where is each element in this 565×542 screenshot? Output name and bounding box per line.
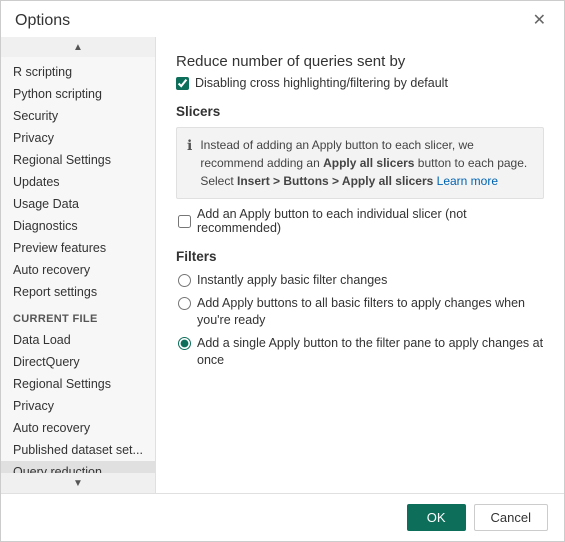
sidebar-item-python-scripting[interactable]: Python scripting (1, 83, 155, 105)
filter-radio-label-add-apply: Add Apply buttons to all basic filters t… (197, 295, 544, 330)
individual-slicer-checkbox-row: Add an Apply button to each individual s… (176, 207, 544, 235)
current-file-label: CURRENT FILE (1, 303, 155, 329)
sidebar-item-query-reduction[interactable]: Query reduction (1, 461, 155, 473)
info-icon: ℹ (187, 137, 192, 190)
learn-more-link[interactable]: Learn more (437, 174, 498, 188)
filters-title: Filters (176, 249, 544, 264)
filter-radio-row-add-apply: Add Apply buttons to all basic filters t… (178, 295, 544, 330)
individual-slicer-label: Add an Apply button to each individual s… (197, 207, 544, 235)
sidebar-scroll: R scriptingPython scriptingSecurityPriva… (1, 57, 155, 473)
filter-radio-label-instantly: Instantly apply basic filter changes (197, 272, 387, 290)
sidebar-item-regional-settings-cf[interactable]: Regional Settings (1, 373, 155, 395)
slicers-info-text: Instead of adding an Apply button to eac… (200, 136, 533, 190)
ok-button[interactable]: OK (407, 504, 466, 531)
filters-radio-group: Instantly apply basic filter changes Add … (176, 272, 544, 370)
sidebar-current-file-items: Data LoadDirectQueryRegional SettingsPri… (1, 329, 155, 473)
slicers-title: Slicers (176, 104, 544, 119)
sidebar-item-usage-data[interactable]: Usage Data (1, 193, 155, 215)
filter-radio-single-apply[interactable] (178, 337, 191, 350)
disabling-checkbox-row: Disabling cross highlighting/filtering b… (176, 76, 544, 90)
close-button[interactable]: ✕ (529, 11, 550, 31)
cancel-button[interactable]: Cancel (474, 504, 548, 531)
sidebar-item-data-load[interactable]: Data Load (1, 329, 155, 351)
sidebar-item-r-scripting[interactable]: R scripting (1, 61, 155, 83)
disabling-checkbox[interactable] (176, 77, 189, 90)
sidebar-item-regional-settings[interactable]: Regional Settings (1, 149, 155, 171)
titlebar: Options ✕ (1, 1, 564, 37)
filter-radio-add-apply[interactable] (178, 297, 191, 310)
main-content: Reduce number of queries sent by Disabli… (156, 37, 564, 493)
sidebar-item-updates[interactable]: Updates (1, 171, 155, 193)
sidebar-item-privacy[interactable]: Privacy (1, 127, 155, 149)
sidebar-item-preview-features[interactable]: Preview features (1, 237, 155, 259)
slicers-info-box: ℹ Instead of adding an Apply button to e… (176, 127, 544, 199)
sidebar-item-report-settings[interactable]: Report settings (1, 281, 155, 303)
disabling-checkbox-label: Disabling cross highlighting/filtering b… (195, 76, 448, 90)
sidebar-item-privacy-cf[interactable]: Privacy (1, 395, 155, 417)
sidebar-item-diagnostics[interactable]: Diagnostics (1, 215, 155, 237)
individual-slicer-checkbox[interactable] (178, 215, 191, 228)
dialog-title: Options (15, 12, 70, 30)
filter-radio-row-instantly: Instantly apply basic filter changes (178, 272, 544, 290)
sidebar-global-items: R scriptingPython scriptingSecurityPriva… (1, 61, 155, 303)
sidebar: ▲ R scriptingPython scriptingSecurityPri… (1, 37, 156, 493)
main-section-title: Reduce number of queries sent by (176, 53, 544, 70)
sidebar-item-security[interactable]: Security (1, 105, 155, 127)
filter-radio-row-single-apply: Add a single Apply button to the filter … (178, 335, 544, 370)
sidebar-item-directquery[interactable]: DirectQuery (1, 351, 155, 373)
filter-radio-label-single-apply: Add a single Apply button to the filter … (197, 335, 544, 370)
sidebar-item-auto-recovery[interactable]: Auto recovery (1, 259, 155, 281)
options-dialog: Options ✕ ▲ R scriptingPython scriptingS… (0, 0, 565, 542)
scroll-up-button[interactable]: ▲ (1, 37, 155, 57)
sidebar-item-auto-recovery-cf[interactable]: Auto recovery (1, 417, 155, 439)
sidebar-item-published-dataset[interactable]: Published dataset set... (1, 439, 155, 461)
dialog-body: ▲ R scriptingPython scriptingSecurityPri… (1, 37, 564, 493)
scroll-down-button[interactable]: ▼ (1, 473, 155, 493)
dialog-footer: OK Cancel (1, 493, 564, 541)
filter-radio-instantly[interactable] (178, 274, 191, 287)
